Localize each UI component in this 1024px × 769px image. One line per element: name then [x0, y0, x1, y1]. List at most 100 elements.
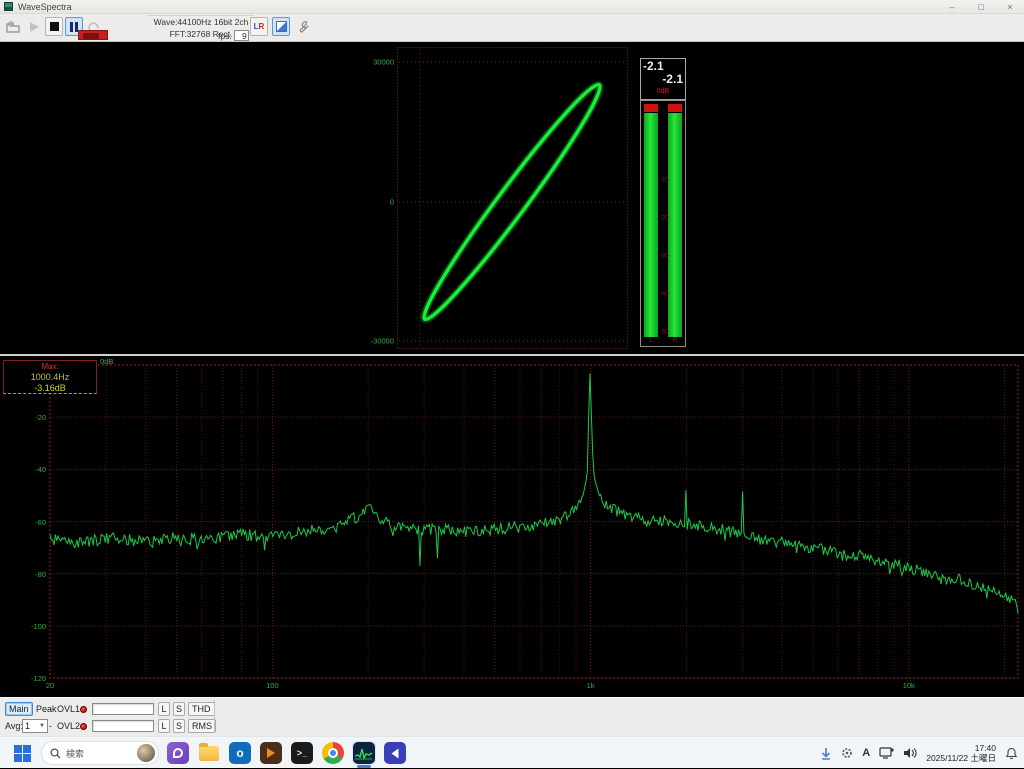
dash-1: -: [49, 704, 52, 714]
taskbar: 検索 o >_ A: [0, 736, 1024, 768]
clipchamp-icon: [384, 742, 406, 764]
record-level-indicator: [78, 30, 108, 40]
clock[interactable]: 17:40 2025/11/22 土曜日: [926, 743, 996, 763]
ovl1-input[interactable]: [92, 703, 154, 715]
spectrum-y-tick: -20: [2, 413, 46, 422]
app-icon: [4, 2, 13, 11]
taskbar-item-chrome[interactable]: [321, 741, 345, 765]
lissajous-tick-bottom: -30000: [352, 337, 394, 346]
taskbar-item-wavespectra[interactable]: [352, 741, 376, 765]
main-tab-button[interactable]: Main: [5, 702, 33, 716]
spectrum-x-tick: 1k: [587, 681, 595, 690]
chrome-icon: [322, 742, 344, 764]
thd-button[interactable]: THD: [188, 702, 215, 716]
spectrum-display: Max: 1000.4Hz -3.16dB 0dB 201001k10k-20-…: [0, 356, 1024, 697]
ovl1-s-button[interactable]: S: [173, 702, 185, 716]
right-channel-label: R: [668, 338, 682, 344]
spectrum-0db-label: 0dB: [100, 357, 113, 366]
notification-bell-icon[interactable]: [1005, 747, 1018, 760]
start-button[interactable]: [10, 741, 34, 765]
spectrum-x-tick: 100: [266, 681, 279, 690]
lissajous-plot: [397, 47, 628, 349]
search-icon: [50, 748, 61, 759]
title-bar: WaveSpectra – □ ×: [0, 0, 1024, 14]
lr-swap-button[interactable]: LR: [250, 17, 268, 36]
spectrum-y-tick: -80: [2, 570, 46, 579]
graph-settings-button[interactable]: [272, 17, 290, 36]
open-file-button[interactable]: [4, 17, 22, 36]
spectrum-y-tick: -120: [2, 674, 46, 683]
ovl2-s-button[interactable]: S: [173, 719, 185, 733]
left-meter-bar: [644, 104, 658, 337]
stop-button[interactable]: [45, 17, 63, 36]
spectrum-y-tick: -40: [2, 465, 46, 474]
meter-scale-tick: -30: [658, 253, 670, 260]
rms-button[interactable]: RMS: [188, 719, 216, 733]
meter-scale-tick: -10: [658, 177, 670, 184]
spectrum-y-tick: -60: [2, 518, 46, 527]
ovl2-input[interactable]: [92, 720, 154, 732]
avg-value: 1: [25, 721, 30, 731]
tray-settings-icon[interactable]: [841, 747, 853, 759]
file-explorer-icon: [198, 742, 220, 764]
pause-icon: [70, 22, 78, 32]
media-player-icon: [260, 742, 282, 764]
outlook-icon: o: [229, 742, 251, 764]
taskbar-item-media-player[interactable]: [259, 741, 283, 765]
graph-settings-icon: [276, 21, 287, 32]
taskbar-item-outlook[interactable]: o: [228, 741, 252, 765]
fps-input[interactable]: 9: [234, 30, 249, 41]
taskbar-item-terminal[interactable]: >_: [290, 741, 314, 765]
peak-info-box: Max: 1000.4Hz -3.16dB: [3, 360, 97, 394]
ovl2-l-button[interactable]: L: [158, 719, 170, 733]
ovl1-label: OVL1: [57, 704, 80, 714]
divider: [214, 700, 215, 733]
wave-format-text: Wave:44100Hz 16bit 2ch: [148, 16, 254, 28]
network-display-icon[interactable]: [879, 747, 894, 759]
max-level: -3.16dB: [4, 383, 96, 394]
phase-scope-panel: 30000 0 -30000 -2.1 -2.1 0dB -10-20-30-4…: [0, 42, 1024, 354]
spectrum-x-tick: 20: [46, 681, 54, 690]
meter-scale-tick: -50: [658, 329, 670, 336]
chevron-down-icon: ▼: [39, 723, 45, 729]
wavespectra-icon: [353, 742, 375, 764]
fps-label: fps:: [218, 31, 232, 41]
lissajous-display: 30000 0 -30000: [397, 47, 628, 349]
stop-icon: [50, 22, 59, 31]
open-file-icon: [6, 21, 20, 33]
spectrum-trace: [50, 373, 1018, 613]
spectrum-plot: [0, 356, 1024, 697]
play-button[interactable]: [25, 17, 43, 36]
tray-time: 17:40: [926, 743, 996, 753]
max-label: Max:: [4, 361, 96, 372]
taskbar-item-chat[interactable]: [166, 741, 190, 765]
settings-button[interactable]: [294, 17, 312, 36]
control-bar: Main Peak - OVL1 L S THD Avg: 1 ▼ - OVL2…: [0, 697, 1024, 736]
taskbar-item-clipchamp[interactable]: [383, 741, 407, 765]
volume-icon[interactable]: [903, 747, 917, 759]
search-highlight-image[interactable]: [137, 744, 155, 762]
tray-date: 2025/11/22 土曜日: [926, 753, 996, 763]
level-unit-label: 0dB: [641, 88, 685, 95]
updates-available-icon[interactable]: [820, 747, 832, 760]
close-button[interactable]: ×: [1004, 2, 1016, 12]
ovl1-l-button[interactable]: L: [158, 702, 170, 716]
lissajous-tick-zero: 0: [352, 198, 394, 207]
search-placeholder: 検索: [66, 747, 84, 760]
ovl2-label: OVL2: [57, 721, 80, 731]
ime-indicator[interactable]: A: [862, 747, 870, 759]
terminal-icon: >_: [291, 742, 313, 764]
level-meter-readout: -2.1 -2.1 0dB: [640, 58, 686, 100]
meter-scale-tick: -40: [658, 291, 670, 298]
spectrum-y-tick: -100: [2, 622, 46, 631]
avg-select[interactable]: 1 ▼: [22, 719, 48, 733]
taskbar-item-explorer[interactable]: [197, 741, 221, 765]
ovl1-led: [80, 706, 87, 713]
maximize-button[interactable]: □: [975, 2, 987, 12]
windows-logo-icon: [14, 745, 31, 762]
right-level-value: -2.1: [662, 72, 683, 86]
search-input[interactable]: 検索: [41, 741, 159, 765]
chat-app-icon: [167, 742, 189, 764]
minimize-button[interactable]: –: [946, 2, 958, 12]
level-meter-bars: -10-20-30-40-50-60 L R: [640, 100, 686, 347]
